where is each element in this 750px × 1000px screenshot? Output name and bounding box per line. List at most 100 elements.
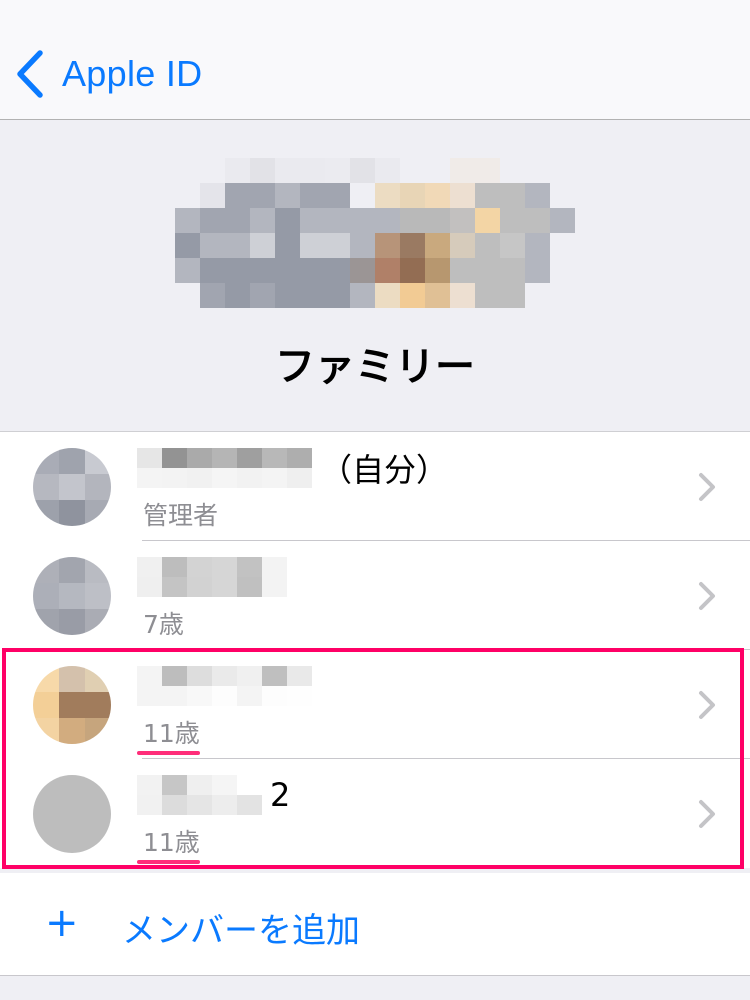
name-obscured: [137, 448, 312, 488]
back-button[interactable]: Apple ID: [14, 48, 202, 100]
avatar-tile: [33, 500, 59, 526]
blur-tile: [212, 557, 237, 577]
blur-tile: [187, 686, 212, 706]
mosaic-tile: [475, 208, 500, 233]
mosaic-tile: [150, 133, 175, 158]
mosaic-tile: [350, 258, 375, 283]
avatar-tile: [85, 609, 111, 635]
mosaic-tile: [400, 283, 425, 308]
blur-tile: [237, 557, 262, 577]
mosaic-tile: [300, 183, 325, 208]
mosaic-tile: [550, 258, 575, 283]
blur-tile: [212, 577, 237, 597]
mosaic-tile: [225, 208, 250, 233]
mosaic-tile: [575, 183, 600, 208]
group-photo-pixelated: [150, 133, 600, 308]
avatar-tile: [33, 827, 59, 853]
avatar-tile: [59, 474, 85, 500]
mosaic-tile: [575, 258, 600, 283]
mosaic-tile: [300, 158, 325, 183]
mosaic-tile: [225, 183, 250, 208]
avatar-tile: [33, 609, 59, 635]
avatar-tile: [59, 583, 85, 609]
mosaic-tile: [550, 283, 575, 308]
mosaic-tile: [250, 208, 275, 233]
mosaic-tile: [250, 133, 275, 158]
mosaic-tile: [150, 283, 175, 308]
avatar-tile: [59, 557, 85, 583]
blur-tile: [162, 448, 187, 468]
mosaic-tile: [475, 133, 500, 158]
mosaic-tile: [275, 283, 300, 308]
mosaic-tile: [350, 158, 375, 183]
blur-tile: [262, 686, 287, 706]
mosaic-tile: [275, 258, 300, 283]
mosaic-tile: [225, 133, 250, 158]
avatar-tile: [59, 827, 85, 853]
chevron-right-icon: [699, 582, 715, 610]
mosaic-tile: [475, 283, 500, 308]
blur-tile: [237, 666, 262, 686]
mosaic-tile: [175, 133, 200, 158]
blur-tile: [162, 686, 187, 706]
mosaic-tile: [350, 183, 375, 208]
blur-tile: [162, 775, 187, 795]
mosaic-tile: [325, 233, 350, 258]
blur-tile: [162, 557, 187, 577]
member-row[interactable]: 7歳: [0, 541, 750, 650]
blur-tile: [262, 577, 287, 597]
avatar-tile: [33, 718, 59, 744]
blur-tile: [287, 686, 312, 706]
mosaic-tile: [200, 283, 225, 308]
avatar-tile: [85, 474, 111, 500]
add-member-button[interactable]: + メンバーを追加: [0, 873, 750, 976]
mosaic-tile: [250, 258, 275, 283]
mosaic-tile: [525, 133, 550, 158]
mosaic-tile: [325, 208, 350, 233]
member-age: 11歳: [143, 719, 200, 748]
member-name: [137, 553, 295, 601]
mosaic-tile: [400, 233, 425, 258]
mosaic-tile: [400, 208, 425, 233]
mosaic-tile: [425, 283, 450, 308]
mosaic-tile: [325, 183, 350, 208]
blur-tile: [137, 448, 162, 468]
age-underline-annotation: [137, 860, 200, 864]
blur-tile: [212, 448, 237, 468]
member-name: [137, 662, 320, 710]
member-row[interactable]: 11歳: [0, 650, 750, 759]
blur-tile: [212, 468, 237, 488]
member-name: 2: [137, 771, 290, 819]
blur-tile: [187, 557, 212, 577]
mosaic-tile: [550, 233, 575, 258]
mosaic-tile: [375, 233, 400, 258]
blur-tile: [137, 577, 162, 597]
mosaic-tile: [550, 183, 575, 208]
mosaic-tile: [300, 283, 325, 308]
member-role: 管理者: [143, 501, 219, 530]
avatar-tile: [85, 557, 111, 583]
blur-tile: [262, 557, 287, 577]
avatar-tile: [85, 801, 111, 827]
blur-tile: [287, 468, 312, 488]
mosaic-tile: [200, 258, 225, 283]
mosaic-tile: [500, 133, 525, 158]
avatar-tile: [85, 718, 111, 744]
member-row[interactable]: 2 11歳: [0, 759, 750, 868]
blur-tile: [187, 577, 212, 597]
mosaic-tile: [525, 258, 550, 283]
mosaic-tile: [375, 208, 400, 233]
blur-tile: [162, 795, 187, 815]
mosaic-tile: [450, 183, 475, 208]
mosaic-tile: [200, 208, 225, 233]
blur-tile: [212, 666, 237, 686]
mosaic-tile: [575, 283, 600, 308]
avatar-placeholder: [33, 775, 111, 853]
blur-tile: [137, 775, 162, 795]
mosaic-tile: [450, 258, 475, 283]
blur-tile: [212, 795, 237, 815]
mosaic-tile: [175, 233, 200, 258]
mosaic-tile: [575, 133, 600, 158]
mosaic-tile: [175, 208, 200, 233]
member-row-self[interactable]: （自分） 管理者: [0, 432, 750, 541]
